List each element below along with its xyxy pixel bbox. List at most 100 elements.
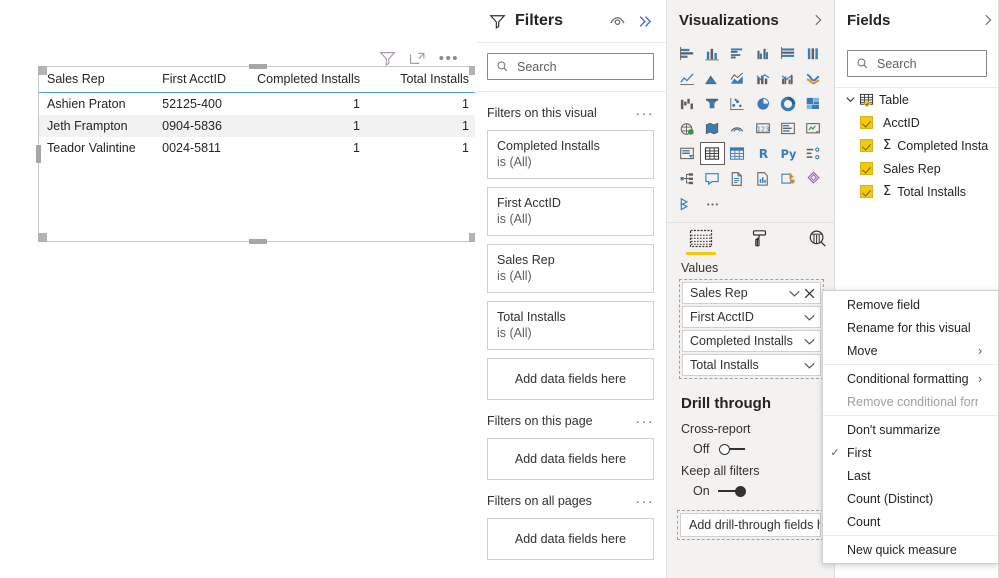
keep-all-filters-toggle[interactable] — [717, 485, 748, 497]
chevron-down-icon[interactable] — [803, 311, 816, 324]
line-stacked-column-chart-icon[interactable] — [751, 67, 775, 90]
values-well-field[interactable]: Total Installs — [682, 354, 821, 376]
cross-report-toggle-row[interactable]: Off — [667, 436, 834, 456]
donut-chart-icon[interactable] — [776, 92, 800, 115]
fields-table-node[interactable]: Table — [835, 88, 999, 111]
treemap-icon[interactable] — [802, 92, 826, 115]
table-row[interactable]: Jeth Frampton 0904-5836 1 1 — [39, 115, 477, 137]
table-column-header[interactable]: Completed Installs — [234, 67, 368, 93]
cross-report-toggle[interactable] — [717, 443, 747, 455]
power-automate-icon[interactable] — [802, 167, 826, 190]
field-checkbox[interactable] — [860, 116, 873, 129]
table-column-header[interactable]: First AcctID — [154, 67, 235, 93]
resize-handle-bottom[interactable] — [249, 239, 267, 244]
filters-section-more-button[interactable]: ··· — [636, 414, 655, 428]
area-chart-icon[interactable] — [700, 67, 724, 90]
clustered-column-chart-icon[interactable] — [751, 42, 775, 65]
context-menu-item[interactable]: Last — [823, 464, 998, 487]
keep-all-filters-toggle-row[interactable]: On — [667, 478, 834, 498]
field-list-item[interactable]: Σ Total Installs — [835, 180, 999, 203]
filters-search-input[interactable]: Search — [487, 53, 654, 80]
visualization-type-gallery[interactable]: 123 R Py — [667, 40, 834, 219]
kpi-icon[interactable] — [802, 117, 826, 140]
field-checkbox[interactable] — [860, 139, 873, 152]
get-more-visuals-icon[interactable] — [675, 192, 699, 215]
powerapps-icon[interactable] — [776, 167, 800, 190]
context-menu-item[interactable]: Conditional formatting › — [823, 367, 998, 390]
table-row[interactable]: Teador Valintine 0024-5811 1 1 — [39, 137, 477, 159]
chevron-down-icon[interactable] — [803, 359, 816, 372]
decomposition-tree-icon[interactable] — [675, 167, 699, 190]
resize-handle-top-left[interactable] — [38, 66, 47, 75]
filters-section-more-button[interactable]: ··· — [636, 106, 655, 120]
field-context-menu[interactable]: Remove field Rename for this visual Move › C… — [822, 290, 999, 564]
field-list-item[interactable]: Σ Completed Insta — [835, 134, 999, 157]
values-well[interactable]: Sales Rep First AcctID Completed Installs T… — [679, 279, 824, 379]
double-chevron-right-icon[interactable] — [637, 13, 654, 30]
waterfall-chart-icon[interactable] — [675, 92, 699, 115]
filter-card[interactable]: Completed Installs is (All) — [487, 130, 654, 179]
context-menu-item[interactable]: Count — [823, 510, 998, 533]
map-icon[interactable] — [675, 117, 699, 140]
chevron-down-icon[interactable] — [803, 335, 816, 348]
filters-section-more-button[interactable]: ··· — [636, 494, 655, 508]
table-row[interactable]: Ashien Praton 52125-400 1 1 — [39, 93, 477, 116]
context-menu-item[interactable]: Move › — [823, 339, 998, 362]
context-menu-item[interactable]: ✓ First — [823, 441, 998, 464]
field-list-item[interactable]: AcctID — [835, 111, 999, 134]
chevron-down-icon[interactable] — [845, 94, 856, 105]
funnel-chart-icon[interactable] — [700, 92, 724, 115]
stacked-bar-chart-icon[interactable] — [675, 42, 699, 65]
table-column-header[interactable]: Sales Rep — [39, 67, 155, 93]
line-chart-icon[interactable] — [675, 67, 699, 90]
context-menu-item[interactable]: Count (Distinct) — [823, 487, 998, 510]
values-well-field[interactable]: First AcctID — [682, 306, 821, 328]
filters-dropzone[interactable]: Add data fields here — [487, 518, 654, 560]
table-visual[interactable]: Sales Rep First AcctID Completed Installs T… — [36, 64, 480, 244]
filter-icon[interactable] — [379, 50, 396, 67]
paginated-report-icon[interactable] — [726, 167, 750, 190]
stacked-area-chart-icon[interactable] — [726, 67, 750, 90]
table-icon[interactable] — [700, 142, 725, 165]
fields-search-input[interactable]: Search — [847, 50, 987, 77]
100-stacked-bar-chart-icon[interactable] — [776, 42, 800, 65]
clustered-bar-chart-icon[interactable] — [726, 42, 750, 65]
filters-dropzone[interactable]: Add data fields here — [487, 438, 654, 480]
line-clustered-column-chart-icon[interactable] — [776, 67, 800, 90]
resize-handle-bottom-left[interactable] — [38, 233, 47, 242]
visual-more-options-button[interactable]: ••• — [439, 51, 459, 66]
table-visual-grid[interactable]: Sales Rep First AcctID Completed Installs T… — [39, 67, 477, 159]
pie-chart-icon[interactable] — [751, 92, 775, 115]
more-options-icon[interactable] — [700, 192, 724, 215]
table-column-header[interactable]: Total Installs — [367, 67, 477, 93]
context-menu-item[interactable]: Remove field — [823, 293, 998, 316]
field-checkbox[interactable] — [860, 162, 873, 175]
stacked-column-chart-icon[interactable] — [700, 42, 724, 65]
drill-through-dropzone[interactable]: Add drill-through fields here — [677, 510, 824, 540]
scatter-chart-icon[interactable] — [726, 92, 750, 115]
focus-mode-icon[interactable] — [409, 50, 426, 67]
arcgis-map-icon[interactable] — [726, 117, 750, 140]
remove-field-icon[interactable] — [803, 287, 816, 300]
chevron-down-icon[interactable] — [788, 287, 801, 300]
values-well-field[interactable]: Completed Installs — [682, 330, 821, 352]
filter-card[interactable]: Sales Rep is (All) — [487, 244, 654, 293]
filters-dropzone[interactable]: Add data fields here — [487, 358, 654, 400]
smart-narrative-icon[interactable] — [751, 167, 775, 190]
multi-row-card-icon[interactable] — [776, 117, 800, 140]
context-menu-item[interactable]: Don't summarize — [823, 418, 998, 441]
python-visual-icon[interactable]: Py — [776, 142, 800, 165]
context-menu-item[interactable]: Rename for this visual — [823, 316, 998, 339]
r-script-visual-icon[interactable]: R — [751, 142, 775, 165]
values-well-field[interactable]: Sales Rep — [682, 282, 821, 304]
matrix-icon[interactable] — [726, 142, 750, 165]
qa-visual-icon[interactable] — [700, 167, 724, 190]
100-stacked-column-chart-icon[interactable] — [802, 42, 826, 65]
filled-map-icon[interactable] — [700, 117, 724, 140]
resize-handle-top[interactable] — [249, 64, 267, 69]
fields-tab[interactable] — [685, 229, 717, 255]
ribbon-chart-icon[interactable] — [802, 67, 826, 90]
card-icon[interactable]: 123 — [751, 117, 775, 140]
field-list-item[interactable]: Sales Rep — [835, 157, 999, 180]
filter-card[interactable]: Total Installs is (All) — [487, 301, 654, 350]
